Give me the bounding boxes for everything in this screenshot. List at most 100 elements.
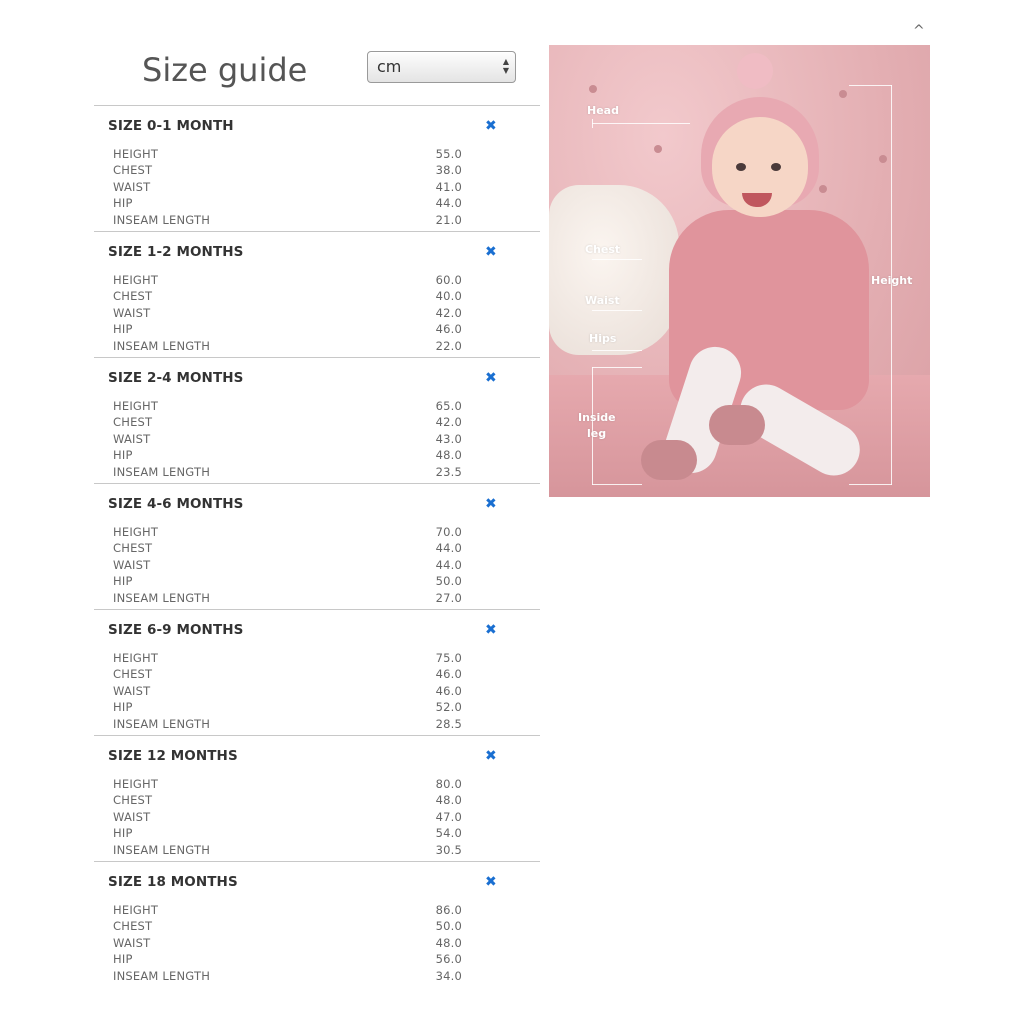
measurement-row: CHEST 46.0 (113, 667, 462, 683)
measurement-label: WAIST (113, 431, 151, 446)
measurement-row: CHEST 44.0 (113, 541, 462, 557)
measurement-label: INSEAM LENGTH (113, 716, 211, 731)
measurement-value: 27.0 (435, 590, 462, 605)
measurement-row: HIP 56.0 (113, 952, 462, 968)
measurement-value: 22.0 (435, 338, 462, 353)
measurement-row: INSEAM LENGTH 30.5 (113, 843, 462, 859)
bonnet-pompom (737, 53, 773, 89)
measurement-value: 60.0 (435, 273, 462, 287)
measurement-label: CHEST (113, 289, 153, 304)
measurement-label: CHEST (113, 667, 153, 682)
height-guide-top (849, 85, 892, 86)
size-title: SIZE 4-6 MONTHS (108, 496, 244, 512)
measurement-label: CHEST (113, 415, 153, 430)
size-title: SIZE 1-2 MONTHS (108, 244, 244, 260)
size-block: SIZE 2-4 MONTHS ✖ HEIGHT 65.0 CHEST 42.0 WAIST… (94, 357, 540, 483)
measurement-row: CHEST 40.0 (113, 289, 462, 305)
measurement-row: CHEST 50.0 (113, 919, 462, 935)
measurement-label: CHEST (113, 163, 153, 178)
close-icon[interactable]: ✖ (485, 244, 497, 260)
sofa-button (879, 155, 887, 163)
measurement-row: CHEST 38.0 (113, 163, 462, 179)
measurement-label: HIP (113, 448, 133, 463)
measurement-label: INSEAM LENGTH (113, 968, 211, 983)
measurement-label: CHEST (113, 919, 153, 934)
size-title: SIZE 18 MONTHS (108, 874, 238, 890)
measurement-value: 50.0 (435, 919, 462, 934)
measurement-label: HIP (113, 322, 133, 337)
measurement-row: CHEST 48.0 (113, 793, 462, 809)
measurement-value: 55.0 (435, 147, 462, 161)
measurement-row: HEIGHT 65.0 (113, 399, 462, 415)
size-block: SIZE 4-6 MONTHS ✖ HEIGHT 70.0 CHEST 44.0 WAIST… (94, 483, 540, 609)
measurement-row: INSEAM LENGTH 22.0 (113, 339, 462, 355)
measurement-row: INSEAM LENGTH 23.5 (113, 465, 462, 481)
measurement-value: 52.0 (435, 700, 462, 715)
measurement-value: 48.0 (435, 448, 462, 463)
measurement-row: HEIGHT 55.0 (113, 147, 462, 163)
measurement-row: HIP 46.0 (113, 322, 462, 338)
measurement-label: HIP (113, 826, 133, 841)
measurement-label: HEIGHT (113, 525, 159, 539)
measurement-label: WAIST (113, 683, 151, 698)
unit-select[interactable]: cm ▲ ▼ (367, 51, 516, 83)
measurement-label: CHEST (113, 793, 153, 808)
size-list: SIZE 0-1 MONTH ✖ HEIGHT 55.0 CHEST 38.0 WAIST 4… (94, 105, 540, 987)
measurement-label: HIP (113, 700, 133, 715)
measurement-value: 40.0 (435, 289, 462, 304)
measurement-row: WAIST 42.0 (113, 306, 462, 322)
measurement-label: INSEAM LENGTH (113, 464, 211, 479)
collapse-caret-icon[interactable]: ^ (913, 24, 925, 38)
measurement-value: 44.0 (435, 557, 462, 572)
measurement-row: WAIST 43.0 (113, 432, 462, 448)
close-icon[interactable]: ✖ (485, 118, 497, 134)
close-icon[interactable]: ✖ (485, 370, 497, 386)
measurement-label: INSEAM LENGTH (113, 842, 211, 857)
head-label: Head (587, 104, 619, 117)
measurement-label: HIP (113, 196, 133, 211)
chest-label: Chest (585, 243, 621, 256)
measurement-value: 42.0 (435, 305, 462, 320)
measurement-row: HEIGHT 70.0 (113, 525, 462, 541)
measurement-value: 44.0 (435, 196, 462, 211)
measurement-row: HIP 54.0 (113, 826, 462, 842)
measurement-value: 23.5 (435, 464, 462, 479)
measurement-value: 34.0 (435, 968, 462, 983)
measurement-value: 21.0 (435, 212, 462, 227)
close-icon[interactable]: ✖ (485, 874, 497, 890)
measurement-value: 42.0 (435, 415, 462, 430)
measurement-value: 43.0 (435, 431, 462, 446)
chest-guide-line (592, 259, 642, 260)
inside-leg-guide-bottom (592, 484, 642, 485)
measurement-label: HIP (113, 952, 133, 967)
measurement-value: 56.0 (435, 952, 462, 967)
close-icon[interactable]: ✖ (485, 496, 497, 512)
measurement-value: 50.0 (435, 574, 462, 589)
inside-leg-label: Inside (578, 411, 616, 424)
close-icon[interactable]: ✖ (485, 748, 497, 764)
measurement-row: WAIST 41.0 (113, 180, 462, 196)
measurement-value: 30.5 (435, 842, 462, 857)
close-icon[interactable]: ✖ (485, 622, 497, 638)
measurement-label: INSEAM LENGTH (113, 590, 211, 605)
size-title: SIZE 6-9 MONTHS (108, 622, 244, 638)
hips-label: Hips (589, 332, 617, 345)
measurement-label: HEIGHT (113, 273, 159, 287)
sofa-button (654, 145, 662, 153)
head-guide-tick (592, 119, 593, 128)
measurement-label: WAIST (113, 557, 151, 572)
measurement-row: WAIST 48.0 (113, 936, 462, 952)
size-block: SIZE 1-2 MONTHS ✖ HEIGHT 60.0 CHEST 40.0 WAIST… (94, 231, 540, 357)
select-arrows-icon: ▲ ▼ (502, 57, 509, 75)
measurement-label: CHEST (113, 541, 153, 556)
measurement-label: WAIST (113, 179, 151, 194)
measurement-value: 46.0 (435, 667, 462, 682)
waist-label: Waist (585, 294, 620, 307)
measurement-row: HIP 52.0 (113, 700, 462, 716)
measurement-row: HEIGHT 60.0 (113, 273, 462, 289)
inside-leg-label-2: leg (587, 427, 607, 440)
sofa-button (589, 85, 597, 93)
baby-eye (736, 163, 746, 171)
waist-guide-line (592, 310, 642, 311)
baby-eye (771, 163, 781, 171)
